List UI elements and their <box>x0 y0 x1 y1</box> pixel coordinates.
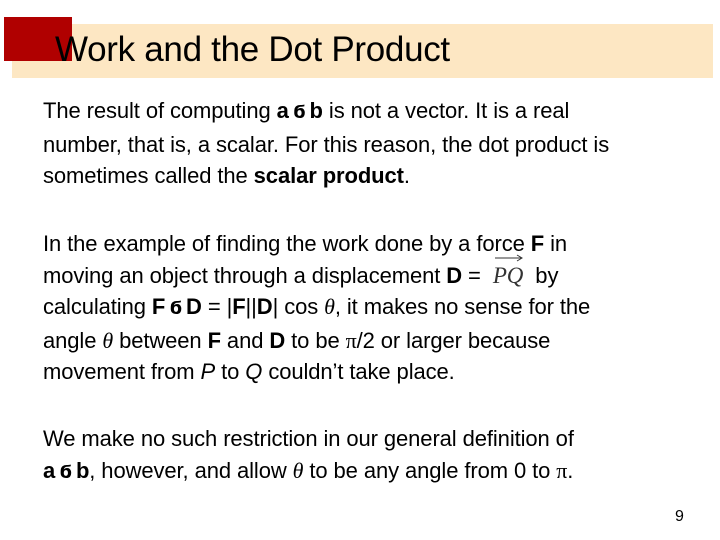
text: is not a vector. It is a real <box>322 98 570 123</box>
text-line: movement from P to Q couldn’t take place… <box>43 356 703 388</box>
text-line: The result of computing aϭb is not a vec… <box>43 95 703 129</box>
point-P: P <box>200 359 216 384</box>
text: . <box>403 163 410 188</box>
text: . <box>567 457 574 483</box>
text: couldn’t take place. <box>262 359 455 384</box>
vector-b: b <box>309 98 323 123</box>
text-line: number, that is, a scalar. For this reas… <box>43 131 610 157</box>
text: angle <box>43 327 103 353</box>
paragraph-scalar-result: The result of computing aϭb is not a vec… <box>43 95 703 192</box>
paragraph-work-example: In the example of finding the work done … <box>43 228 703 388</box>
vector-F: F <box>530 231 545 256</box>
text: by <box>529 262 559 288</box>
text: movement from <box>43 359 201 384</box>
vector-a: a <box>43 457 56 483</box>
vector-D: D <box>186 294 202 319</box>
vector-arrow-icon <box>494 254 523 261</box>
dot-product-symbol: ϭ <box>169 298 183 319</box>
text: = | <box>201 294 233 319</box>
text: calculating <box>43 294 152 319</box>
text-line: We make no such restriction in our gener… <box>43 426 574 451</box>
text: sometimes called the <box>43 163 254 188</box>
paragraph-general-definition: We make no such restriction in our gener… <box>43 423 703 488</box>
vector-PQ-label: PQ <box>492 262 524 288</box>
vector-b: b <box>75 457 90 483</box>
page-number: 9 <box>675 508 684 525</box>
pi-symbol: π <box>345 327 357 353</box>
vector-PQ: PQ <box>492 254 524 292</box>
text: | cos <box>272 294 325 319</box>
text: /2 or larger because <box>356 327 551 353</box>
text: in <box>544 231 568 256</box>
theta-symbol: θ <box>324 294 335 319</box>
vector-F: F <box>207 327 221 353</box>
vector-a: a <box>276 98 289 123</box>
vector-D: D <box>269 327 286 353</box>
text: The result of computing <box>43 98 277 123</box>
vector-F: F <box>232 294 246 319</box>
text-line: In the example of finding the work done … <box>43 228 703 260</box>
theta-symbol: θ <box>102 327 114 353</box>
point-Q: Q <box>245 359 263 384</box>
text-line: sometimes called the scalar product. <box>43 160 703 192</box>
text: between <box>113 327 208 353</box>
text: and <box>220 327 270 353</box>
text: to be any angle from 0 to <box>303 457 557 483</box>
text-line: moving an object through a displacement … <box>43 254 703 292</box>
text: to <box>215 359 246 384</box>
text: , however, and allow <box>89 457 293 483</box>
vector-D: D <box>256 294 273 319</box>
pi-symbol: π <box>556 457 568 483</box>
dot-product-symbol: ϭ <box>292 102 306 123</box>
text: to be <box>285 327 346 353</box>
vector-D: D <box>446 262 463 288</box>
text: = <box>462 262 487 288</box>
dot-product-symbol: ϭ <box>59 461 72 483</box>
text: In the example of finding the work done … <box>43 231 531 256</box>
text-line: calculating FϭD = |F||D| cos θ, it makes… <box>43 291 703 325</box>
vector-F: F <box>151 294 166 319</box>
theta-symbol: θ <box>292 457 304 483</box>
text: , it makes no sense for the <box>334 294 591 319</box>
text: moving an object through a displacement <box>43 262 447 288</box>
term-scalar-product: scalar product <box>253 163 404 188</box>
text-line: a ϭ b, however, and allow θ to be any angl… <box>43 455 703 489</box>
slide-title: Work and the Dot Product <box>55 30 450 69</box>
text-line: angle θ between F and D to be π/2 or lar… <box>43 325 703 357</box>
text: || <box>245 294 257 319</box>
